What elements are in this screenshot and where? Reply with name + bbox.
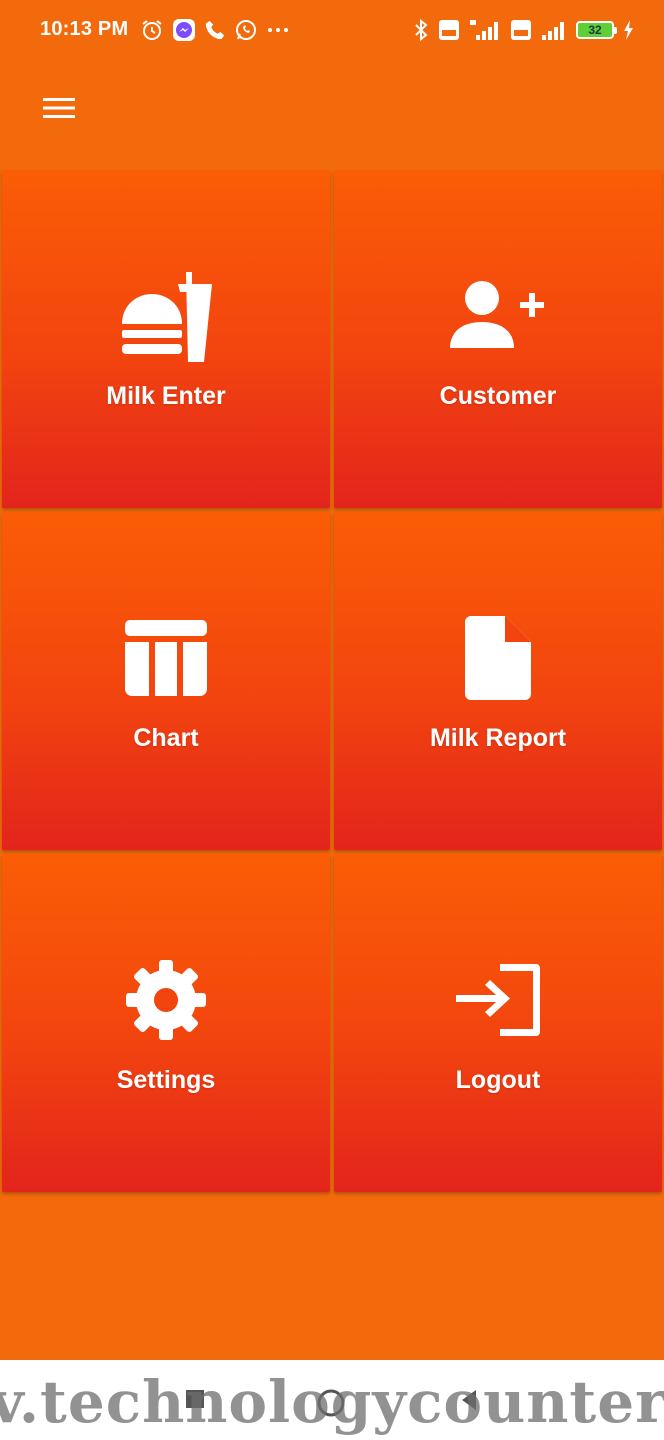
dashboard-grid: Milk Enter Customer Chart Milk Report Se… [2,170,662,1192]
milk-enter-tile[interactable]: Milk Enter [2,170,330,508]
document-icon [463,614,533,707]
tile-label: Settings [116,1066,216,1094]
customer-tile[interactable]: Customer [334,170,662,508]
table-chart-icon [124,618,208,703]
add-user-icon [448,276,548,361]
milk-report-tile[interactable]: Milk Report [334,512,662,850]
status-bar: 10:13 PM 32 [0,0,664,62]
tile-label: Milk Report [429,724,567,752]
tile-label: Customer [439,382,557,410]
volte-icon [510,19,532,41]
system-icons: 32 [412,16,634,44]
hamburger-menu-icon [42,96,76,125]
tile-label: Chart [133,724,199,752]
chart-tile[interactable]: Chart [2,512,330,850]
signal-4g-icon [468,18,502,42]
tile-label: Milk Enter [106,382,226,410]
signal-icon [540,18,568,42]
food-drink-icon [116,268,216,369]
volte-icon [438,19,460,41]
logout-tile[interactable]: Logout [334,854,662,1192]
whatsapp-icon [234,18,258,42]
tile-label: Logout [455,1066,541,1094]
alarm-icon [140,18,164,42]
battery-indicator: 32 [576,21,617,39]
messenger-icon [172,18,196,42]
logout-icon [452,960,544,1045]
menu-button[interactable] [36,90,82,130]
phone-icon [204,19,226,41]
settings-tile[interactable]: Settings [2,854,330,1192]
status-time: 10:13 PM [40,18,129,40]
more-icon [266,18,290,42]
bluetooth-icon [412,18,430,42]
gear-icon [124,958,208,1047]
charging-icon [622,19,634,41]
watermark: v.technologycounter [0,1368,664,1436]
notification-icons [140,16,290,44]
